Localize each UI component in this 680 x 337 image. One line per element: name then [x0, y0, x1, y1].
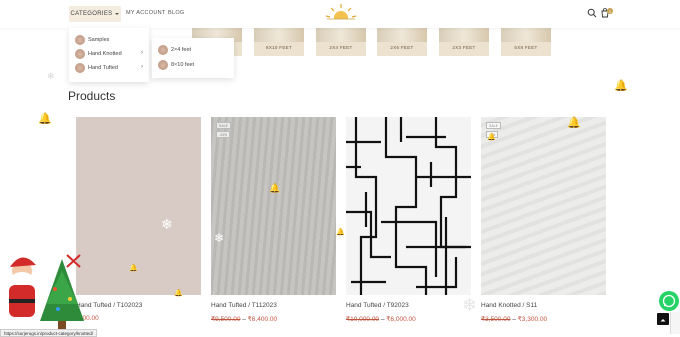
category-tile[interactable]: 2X4 FEET: [316, 28, 366, 56]
product-image[interactable]: [346, 117, 471, 295]
santa-tree-decoration: [9, 254, 84, 329]
chevron-right-icon: ›: [141, 50, 143, 56]
category-thumbnail: [75, 63, 85, 73]
dropdown-item-hand-knotted[interactable]: Hand Knotted: [75, 48, 122, 60]
scroll-to-top-button[interactable]: [657, 313, 669, 325]
dropdown-item-samples[interactable]: Samples: [75, 34, 109, 46]
christmas-bell-icon: 🔔: [129, 265, 138, 272]
product-price-group: ₹10,000.00 – ₹6,000.00: [346, 316, 416, 323]
status-bar-url: https://surjerugs.in/product-category/kn…: [0, 329, 98, 337]
christmas-bell-icon: 🔔: [38, 113, 52, 125]
chevron-up-icon: [660, 319, 666, 322]
section-title: Products: [68, 89, 116, 103]
nav-my-account[interactable]: MY ACCOUNT: [126, 10, 166, 16]
dropdown-item-label: Samples: [88, 37, 110, 43]
product-name[interactable]: Hand Tufted / T92023: [346, 302, 409, 309]
sun-logo-icon[interactable]: [323, 2, 359, 24]
category-thumbnail: [158, 45, 168, 55]
whatsapp-icon: [662, 294, 676, 308]
snowflake-icon: ❄: [161, 216, 173, 232]
category-thumbnail: [75, 35, 85, 45]
nav-blog[interactable]: BLOG: [168, 10, 184, 16]
site-header: CATEGORIES MY ACCOUNT BLOG 0: [0, 0, 680, 28]
category-tile[interactable]: 5X8 FEET: [501, 28, 551, 56]
old-price: ₹9,500.00: [211, 316, 241, 323]
category-thumbnail: [158, 60, 168, 70]
category-tile-label: 5X8 FEET: [514, 45, 538, 50]
category-tile-label: 2X3 FEET: [452, 45, 476, 50]
category-tile-label: 8X10 FEET: [266, 45, 292, 50]
categories-button[interactable]: CATEGORIES: [69, 6, 121, 22]
categories-dropdown: Samples Hand Knotted › Hand Tufted ›: [69, 28, 149, 82]
search-icon[interactable]: [587, 8, 597, 18]
submenu-item-label: 2×4 feet: [171, 47, 192, 53]
sale-price: ₹6,400.00: [247, 316, 278, 323]
recaptcha-badge[interactable]: [670, 312, 680, 334]
product-image[interactable]: [211, 117, 336, 295]
snowflake-icon: ❄: [47, 71, 55, 81]
discount-badge: -33%: [216, 131, 231, 138]
snowflake-icon: ❄: [462, 295, 478, 315]
chevron-right-icon: ›: [141, 64, 143, 70]
product-card[interactable]: [346, 117, 471, 295]
christmas-bell-icon: 🔔: [614, 80, 628, 92]
christmas-bell-icon: 🔔: [487, 134, 496, 141]
christmas-bell-icon: 🔔: [269, 183, 281, 193]
product-name[interactable]: Hand Tufted / T112023: [211, 302, 277, 309]
cart-count-badge: 0: [607, 8, 613, 14]
category-thumbnail: [75, 49, 85, 59]
submenu-item-label: 8×10 feet: [171, 62, 195, 68]
dropdown-item-hand-tufted[interactable]: Hand Tufted: [75, 62, 118, 74]
sale-price: ₹3,300.00: [517, 316, 548, 323]
chevron-down-icon: [115, 13, 120, 15]
category-tile-label: 2X4 FEET: [329, 45, 353, 50]
category-tile[interactable]: 8X10 FEET: [254, 28, 304, 56]
old-price: ₹10,000.00: [346, 316, 380, 323]
category-tile[interactable]: 2X3 FEET: [439, 28, 489, 56]
dropdown-item-label: Hand Tufted: [88, 65, 118, 71]
old-price: ₹3,500.00: [481, 316, 511, 323]
submenu-item-2x4[interactable]: 2×4 feet: [158, 44, 191, 56]
sale-badge: SALE: [216, 122, 231, 129]
category-tile-label: 2X6 FEET: [390, 45, 414, 50]
sale-price: ₹6,000.00: [386, 316, 416, 323]
product-card[interactable]: SALE -33%: [211, 117, 336, 295]
category-tile[interactable]: 2X6 FEET: [377, 28, 427, 56]
sale-badge: SALE: [486, 122, 501, 129]
categories-submenu: 2×4 feet 8×10 feet: [152, 38, 234, 78]
whatsapp-button[interactable]: [659, 291, 679, 311]
product-image[interactable]: [481, 117, 606, 295]
product-name[interactable]: Hand Knotted / S11: [481, 302, 537, 309]
product-price-group: ₹9,500.00 – ₹6,400.00: [211, 316, 278, 323]
product-price-group: ₹3,500.00 – ₹3,300.00: [481, 316, 548, 323]
product-card[interactable]: SALE -6%: [481, 117, 606, 295]
submenu-item-8x10[interactable]: 8×10 feet: [158, 59, 194, 71]
christmas-bell-icon: 🔔: [567, 117, 581, 129]
dropdown-item-label: Hand Knotted: [88, 51, 122, 57]
christmas-bell-icon: 🔔: [174, 290, 183, 297]
christmas-bell-icon: 🔔: [336, 229, 345, 236]
categories-label: CATEGORIES: [70, 11, 113, 17]
snowflake-icon: ❄: [214, 231, 225, 245]
